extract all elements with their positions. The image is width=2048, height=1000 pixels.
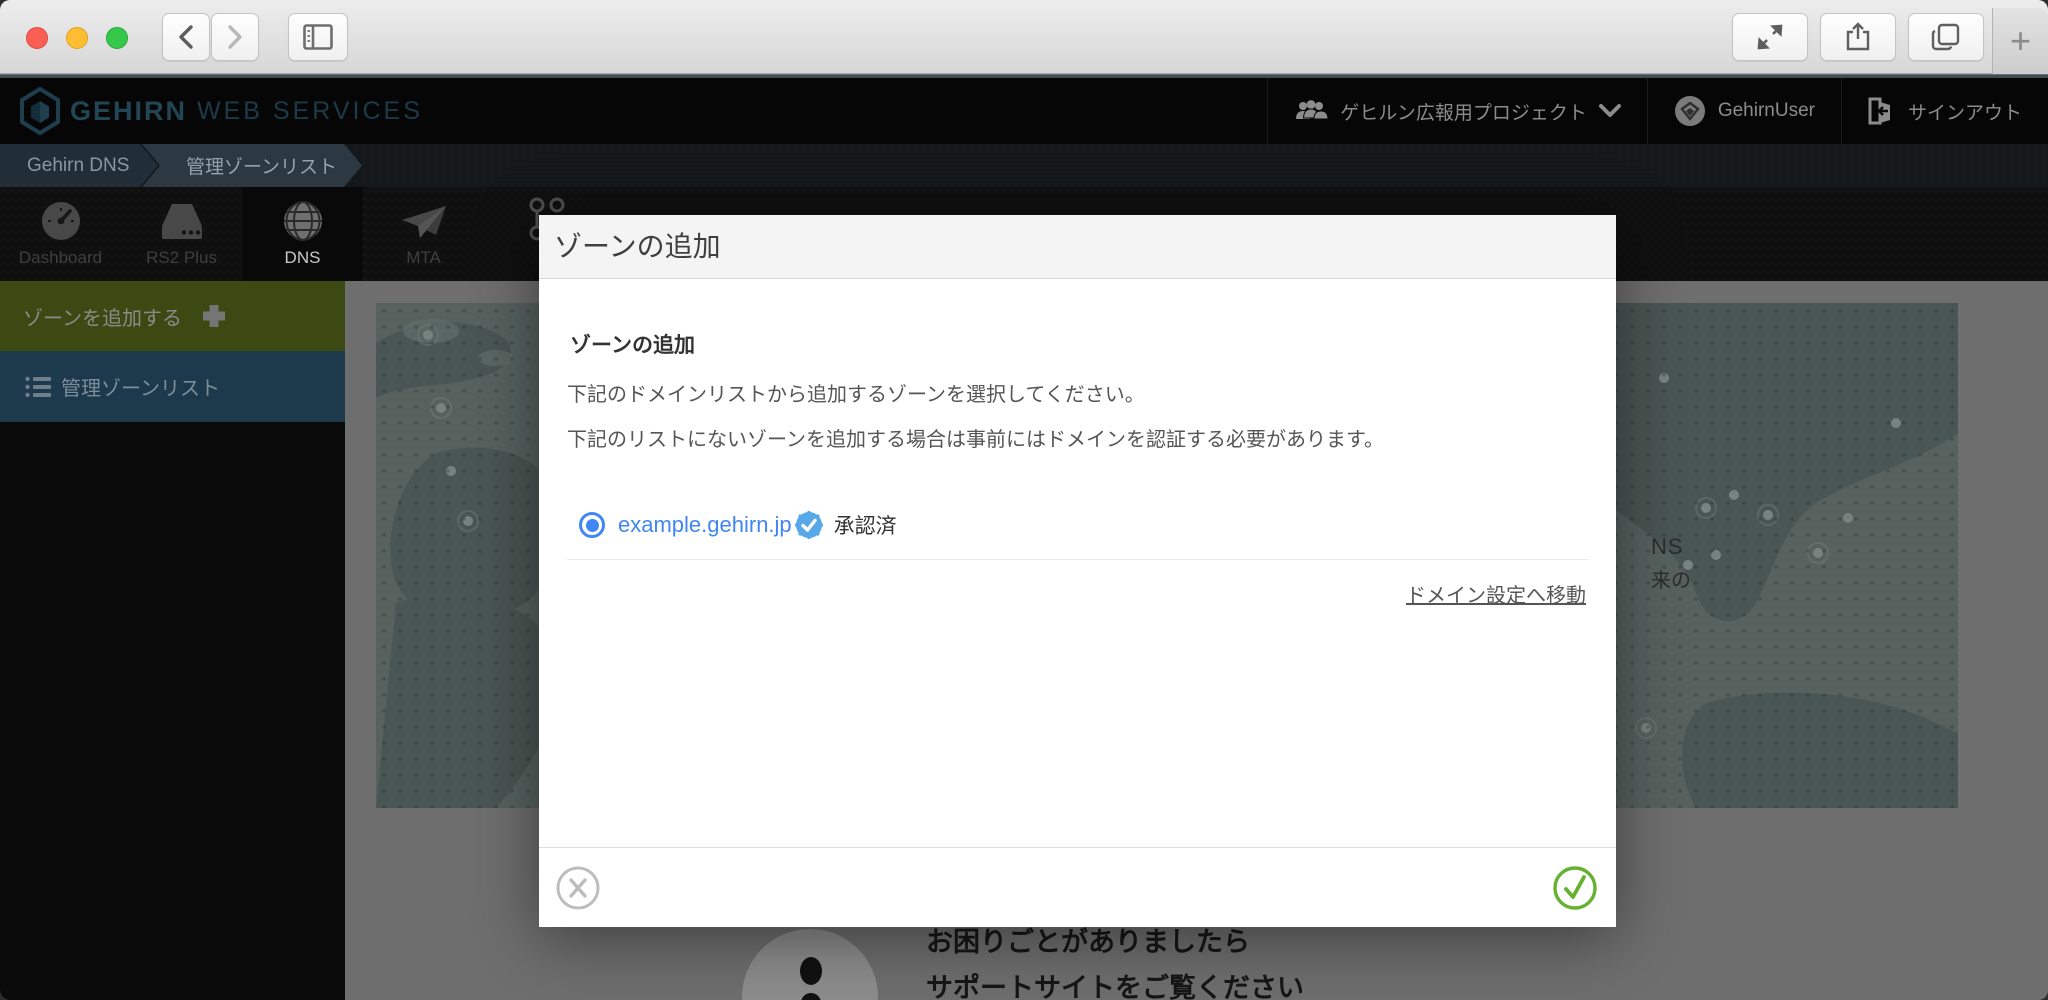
sidebar-zone-list-label: 管理ゾーンリスト bbox=[61, 372, 220, 401]
info-icon bbox=[742, 929, 878, 1000]
radio-dot bbox=[586, 519, 599, 532]
add-zone-modal: ゾーンの追加 ゾーンの追加 下記のドメインリストから追加するゾーンを選択してくだ… bbox=[539, 215, 1616, 927]
signout-button[interactable]: サインアウト bbox=[1841, 78, 2048, 144]
info-icon-dot bbox=[800, 957, 822, 985]
window-minimize-button[interactable] bbox=[66, 27, 88, 49]
server-icon bbox=[158, 198, 206, 242]
service-label: Dashboard bbox=[19, 248, 102, 268]
signout-icon bbox=[1868, 97, 1896, 125]
sidebar-zone-list[interactable]: 管理ゾーンリスト bbox=[0, 351, 345, 422]
breadcrumb-item-gehirn-dns[interactable]: Gehirn DNS bbox=[0, 144, 158, 187]
back-icon bbox=[177, 24, 195, 50]
support-message: お困りごとがありましたら サポートサイトをご覧ください bbox=[926, 919, 1304, 1000]
domain-status: 承認済 bbox=[834, 510, 897, 540]
plus-icon bbox=[200, 302, 228, 330]
breadcrumb-label: Gehirn DNS bbox=[27, 155, 129, 177]
modal-divider bbox=[567, 559, 1588, 560]
domain-settings-link[interactable]: ドメイン設定へ移動 bbox=[1406, 579, 1586, 608]
gauge-icon bbox=[40, 198, 82, 242]
window-zoom-button[interactable] bbox=[106, 27, 128, 49]
forward-button[interactable] bbox=[211, 13, 259, 61]
signout-label: サインアウト bbox=[1908, 98, 2022, 125]
chevron-down-icon bbox=[1599, 104, 1621, 118]
user-menu[interactable]: GehirnUser bbox=[1647, 78, 1841, 144]
breadcrumb-label: 管理ゾーンリスト bbox=[186, 152, 337, 179]
domain-radio-selected[interactable] bbox=[579, 512, 605, 538]
share-icon bbox=[1845, 22, 1871, 52]
new-tab-label: + bbox=[2010, 20, 2031, 62]
breadcrumb-item-zone-list[interactable]: 管理ゾーンリスト bbox=[142, 144, 362, 187]
share-button[interactable] bbox=[1820, 13, 1896, 61]
service-dns[interactable]: DNS bbox=[242, 187, 363, 281]
headline-fragment-1: NS bbox=[1651, 534, 1684, 560]
forward-icon bbox=[226, 24, 244, 50]
modal-description-1: 下記のドメインリストから追加するゾーンを選択してください。 bbox=[567, 378, 1145, 407]
info-icon-bar bbox=[801, 993, 821, 1000]
tabs-icon bbox=[1931, 23, 1961, 51]
service-label: RS2 Plus bbox=[146, 248, 217, 268]
browser-toolbar: + bbox=[0, 0, 2048, 74]
service-rs2plus[interactable]: RS2 Plus bbox=[121, 187, 242, 281]
fullscreen-icon bbox=[1756, 23, 1784, 51]
brand-logo[interactable]: GEHIRN WEB SERVICES bbox=[20, 78, 423, 144]
group-icon bbox=[1294, 99, 1328, 123]
globe-icon bbox=[282, 198, 324, 242]
service-mta[interactable]: MTA bbox=[363, 187, 484, 281]
service-label: DNS bbox=[285, 248, 321, 268]
breadcrumb: 管理ゾーンリスト Gehirn DNS bbox=[0, 144, 2048, 187]
confirm-button[interactable] bbox=[1552, 865, 1598, 911]
sidebar-toggle-icon bbox=[303, 24, 333, 50]
site-header: GEHIRN WEB SERVICES ゲヒルン広報用プロジェクト Ge bbox=[0, 78, 2048, 144]
fullscreen-button[interactable] bbox=[1732, 13, 1808, 61]
list-icon bbox=[25, 376, 51, 398]
service-dashboard[interactable]: Dashboard bbox=[0, 187, 121, 281]
modal-header: ゾーンの追加 bbox=[539, 215, 1616, 279]
project-selector[interactable]: ゲヒルン広報用プロジェクト bbox=[1267, 78, 1647, 144]
cancel-button[interactable] bbox=[555, 865, 601, 911]
user-name: GehirnUser bbox=[1718, 100, 1815, 122]
avatar bbox=[1674, 95, 1706, 127]
brand-name: GEHIRN bbox=[70, 96, 187, 127]
modal-description-2: 下記のリストにないゾーンを追加する場合は事前にはドメインを認証する必要があります… bbox=[567, 423, 1384, 452]
gehirn-logo-icon bbox=[20, 87, 60, 135]
modal-title: ゾーンの追加 bbox=[554, 215, 721, 279]
project-name: ゲヒルン広報用プロジェクト bbox=[1340, 98, 1587, 125]
paper-plane-icon bbox=[400, 198, 448, 242]
dns-sidebar: ゾーンを追加する 管理ゾーンリスト bbox=[0, 281, 345, 1000]
header-menu: ゲヒルン広報用プロジェクト GehirnUser サインアウト bbox=[1267, 78, 2048, 144]
modal-footer bbox=[539, 847, 1616, 927]
sidebar-add-zone-label: ゾーンを追加する bbox=[23, 302, 182, 331]
modal-section-title: ゾーンの追加 bbox=[570, 329, 695, 359]
new-tab-button[interactable]: + bbox=[1992, 8, 2048, 74]
headline-fragment-2: 来の bbox=[1651, 564, 1691, 593]
sidebar-toggle-button[interactable] bbox=[288, 13, 348, 61]
brand-suffix: WEB SERVICES bbox=[197, 97, 423, 126]
back-button[interactable] bbox=[162, 13, 210, 61]
window-close-button[interactable] bbox=[26, 27, 48, 49]
show-tabs-button[interactable] bbox=[1908, 13, 1984, 61]
browser-window: + GEHIRN WEB SERVICES ゲヒルン広報用プロジェクト bbox=[0, 0, 2048, 1000]
sidebar-add-zone[interactable]: ゾーンを追加する bbox=[0, 281, 345, 351]
domain-name-link[interactable]: example.gehirn.jp bbox=[618, 512, 792, 538]
verified-badge-icon bbox=[795, 511, 823, 539]
service-label: MTA bbox=[406, 248, 441, 268]
support-line-2: サポートサイトをご覧ください bbox=[926, 965, 1304, 1000]
domain-option-row[interactable]: example.gehirn.jp 承認済 bbox=[579, 507, 897, 543]
